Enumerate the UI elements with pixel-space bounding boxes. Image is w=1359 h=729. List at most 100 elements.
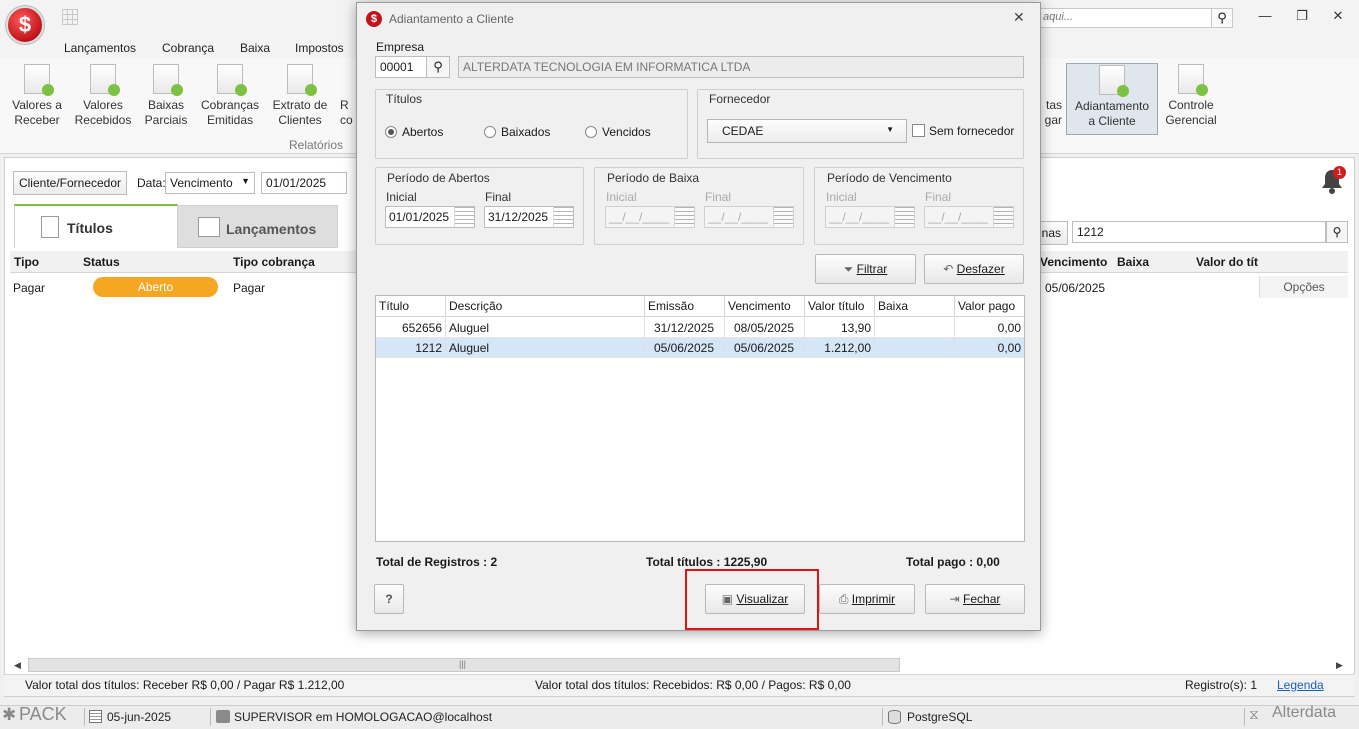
- management-icon: [1178, 64, 1208, 96]
- total-pago: Total pago : 0,00: [906, 555, 1000, 569]
- notification-bell-icon[interactable]: 1: [1318, 166, 1346, 196]
- legenda-link[interactable]: Legenda: [1277, 678, 1324, 692]
- calendar-icon: [894, 207, 914, 227]
- checkbox-icon: [912, 124, 925, 137]
- footer-total-mid: Valor total dos títulos: Recebidos: R$ 0…: [535, 678, 851, 692]
- final-label: Final: [705, 190, 732, 204]
- vencimento-final-input: __/__/____: [924, 206, 1014, 228]
- cell-valor-pago: 0,00: [955, 318, 1024, 338]
- help-button[interactable]: ?: [374, 584, 404, 614]
- exit-icon: ⇥: [949, 592, 964, 606]
- total-titulos: Total títulos : 1225,90: [646, 555, 768, 569]
- sem-fornecedor-checkbox[interactable]: Sem fornecedor: [912, 124, 1014, 138]
- radio-baixados[interactable]: Baixados: [484, 125, 550, 139]
- calendar-icon: [773, 207, 793, 227]
- col-emissao[interactable]: Emissão: [645, 296, 725, 317]
- col-valor-pago[interactable]: Valor pago: [955, 296, 1024, 317]
- baixas-parciais-button[interactable]: Baixas Parciais: [140, 64, 192, 128]
- grid-icon[interactable]: [62, 9, 78, 25]
- valores-recebidos-button[interactable]: Valores Recebidos: [72, 64, 134, 128]
- controle-gerencial-button[interactable]: Controle Gerencial: [1160, 64, 1222, 128]
- received-icon: [90, 64, 120, 96]
- tab-lancamentos[interactable]: Lançamentos: [177, 205, 338, 248]
- close-icon[interactable]: ✕: [1326, 6, 1350, 26]
- date-from-input[interactable]: 01/01/2025: [261, 172, 347, 194]
- scroll-right-icon[interactable]: ▶: [1336, 660, 1343, 671]
- radio-vencidos[interactable]: Vencidos: [585, 125, 651, 139]
- table-row-selected[interactable]: 1212 Aluguel 05/06/2025 05/06/2025 1.212…: [376, 338, 1024, 358]
- cell-vencimento: 05/06/2025: [725, 338, 805, 358]
- cell-emissao: 05/06/2025: [645, 338, 725, 358]
- client-statement-icon: [287, 64, 317, 96]
- close-icon[interactable]: ✕: [1013, 9, 1025, 26]
- server-icon: [216, 710, 230, 723]
- horizontal-scrollbar[interactable]: |||: [28, 658, 900, 672]
- radio-abertos[interactable]: Abertos: [385, 125, 443, 139]
- divider: [1244, 708, 1245, 726]
- col-vencimento[interactable]: Vencimento: [1040, 255, 1107, 269]
- baixa-final-input: __/__/____: [704, 206, 794, 228]
- table-row[interactable]: 652656 Aluguel 31/12/2025 08/05/2025 13,…: [376, 318, 1024, 338]
- col-valor-titulo[interactable]: Valor título: [805, 296, 875, 317]
- col-descricao[interactable]: Descrição: [446, 296, 645, 317]
- scroll-left-icon[interactable]: ◀: [14, 660, 21, 671]
- calendar-icon: [89, 710, 102, 723]
- fornecedor-select[interactable]: CEDAE ▼: [707, 119, 907, 143]
- search-icon[interactable]: ⚲: [1326, 221, 1348, 243]
- col-baixa[interactable]: Baixa: [1117, 255, 1149, 269]
- cell-emissao: 31/12/2025: [645, 318, 725, 338]
- menu-impostos[interactable]: Impostos: [295, 41, 344, 55]
- col-status[interactable]: Status: [83, 255, 120, 269]
- divider: [882, 708, 883, 726]
- col-titulo[interactable]: Título: [376, 296, 446, 317]
- empresa-name-field: ALTERDATA TECNOLOGIA EM INFORMATICA LTDA: [458, 56, 1024, 78]
- cell-descricao: Aluguel: [446, 318, 645, 338]
- menu-lancamentos[interactable]: Lançamentos: [64, 41, 136, 55]
- radio-on-icon: [385, 126, 397, 138]
- restore-icon[interactable]: ❐: [1290, 6, 1314, 26]
- col-baixa[interactable]: Baixa: [875, 296, 955, 317]
- adiantamento-cliente-button[interactable]: Adiantamento a Cliente: [1066, 63, 1158, 135]
- advance-client-icon: [1099, 65, 1129, 97]
- billing-icon: [217, 64, 247, 96]
- empresa-code-input[interactable]: 00001: [375, 56, 427, 78]
- extrato-clientes-button[interactable]: Extrato de Clientes: [268, 64, 332, 128]
- ribbon-pagar-partial-button[interactable]: tas gar: [1040, 64, 1062, 128]
- dialog-title: Adiantamento a Cliente: [389, 12, 514, 26]
- desfazer-button[interactable]: ↶ Desfazer: [924, 254, 1024, 284]
- database-icon: [888, 710, 901, 724]
- adiantamento-dialog: $ Adiantamento a Cliente ✕ Empresa 00001…: [356, 2, 1041, 631]
- abertos-inicial-input[interactable]: 01/01/2025: [385, 206, 475, 228]
- opcoes-button[interactable]: Opções: [1259, 276, 1348, 298]
- global-search-input[interactable]: aqui...: [1036, 8, 1212, 28]
- tab-titulos[interactable]: Títulos: [14, 204, 178, 248]
- footer-registros: Registro(s): 1: [1185, 678, 1258, 692]
- pack-icon: ✱: [2, 705, 17, 724]
- calendar-icon: [993, 207, 1013, 227]
- col-tipo-cobranca[interactable]: Tipo cobrança: [233, 255, 315, 269]
- data-type-select[interactable]: Vencimento ▼: [165, 172, 255, 194]
- search-icon[interactable]: ⚲: [1211, 8, 1233, 28]
- calendar-icon[interactable]: [454, 207, 474, 227]
- status-date: 05-jun-2025: [107, 710, 172, 724]
- app-logo-icon[interactable]: $: [6, 6, 44, 44]
- row-tipo: Pagar: [13, 281, 46, 295]
- col-vencimento[interactable]: Vencimento: [725, 296, 805, 317]
- col-valor-titulo[interactable]: Valor do tít: [1196, 255, 1258, 269]
- title-search-input[interactable]: 1212: [1072, 221, 1326, 243]
- menu-cobranca[interactable]: Cobrança: [162, 41, 214, 55]
- fechar-button[interactable]: ⇥ Fechar: [925, 584, 1025, 614]
- col-tipo[interactable]: Tipo: [14, 255, 39, 269]
- cliente-fornecedor-button[interactable]: Cliente/Fornecedor: [13, 171, 127, 195]
- filtrar-button[interactable]: ⏷ Filtrar: [815, 254, 916, 284]
- final-label: Final: [925, 190, 952, 204]
- empresa-label: Empresa: [376, 40, 425, 54]
- calendar-icon[interactable]: [553, 207, 573, 227]
- valores-receber-button[interactable]: Valores a Receber: [8, 64, 66, 128]
- cobrancas-emitidas-button[interactable]: Cobranças Emitidas: [198, 64, 262, 128]
- search-icon[interactable]: ⚲: [426, 56, 450, 78]
- minimize-icon[interactable]: —: [1253, 6, 1277, 26]
- menu-baixa[interactable]: Baixa: [240, 41, 270, 55]
- abertos-final-input[interactable]: 31/12/2025: [484, 206, 574, 228]
- imprimir-button[interactable]: ⎙ Imprimir: [819, 584, 915, 614]
